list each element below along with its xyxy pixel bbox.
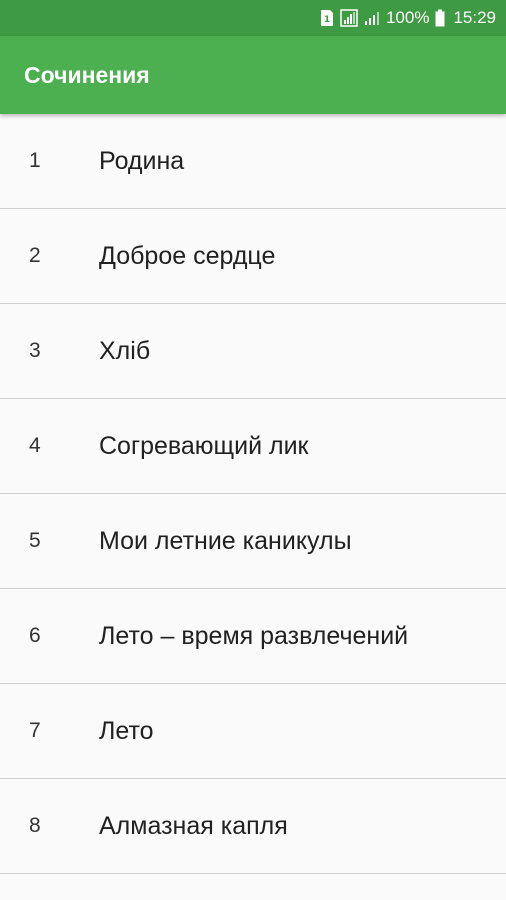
battery-percent: 100% <box>385 8 430 27</box>
item-title: Мои летние каникулы <box>99 526 352 555</box>
item-title: Лето <box>99 716 154 745</box>
clock: 15:29 <box>453 8 496 27</box>
item-number: 3 <box>29 339 41 362</box>
sim-card-icon: 1 <box>320 9 334 27</box>
signal-bars-boxed-icon <box>340 9 358 27</box>
item-number: 6 <box>29 624 41 647</box>
item-number: 1 <box>29 149 41 172</box>
list-item[interactable]: 8 Алмазная капля <box>0 779 506 874</box>
item-number: 7 <box>29 719 41 742</box>
list-item[interactable]: 3 Хліб <box>0 304 506 399</box>
svg-text:1: 1 <box>324 15 330 25</box>
item-title: Согревающий лик <box>99 431 309 460</box>
item-number: 4 <box>29 434 41 457</box>
item-title: Доброе сердце <box>99 241 276 270</box>
list-item[interactable]: 2 Доброе сердце <box>0 209 506 304</box>
item-title: Алмазная капля <box>99 811 288 840</box>
app-bar: Сочинения <box>0 36 506 114</box>
item-number: 5 <box>29 529 41 552</box>
list-item[interactable]: 1 Родина <box>0 114 506 209</box>
list-item[interactable]: 5 Мои летние каникулы <box>0 494 506 589</box>
battery-icon <box>435 9 445 27</box>
list-item[interactable]: 7 Лето <box>0 684 506 779</box>
signal-bars-icon <box>364 10 380 26</box>
list-item[interactable]: 4 Согревающий лик <box>0 399 506 494</box>
page-title: Сочинения <box>24 61 150 88</box>
item-number: 8 <box>29 814 41 837</box>
item-title: Хліб <box>99 336 151 365</box>
essay-list: 1 Родина 2 Доброе сердце 3 Хліб 4 Согрев… <box>0 114 506 874</box>
item-number: 2 <box>29 244 41 267</box>
list-item[interactable]: 6 Лето – время развлечений <box>0 589 506 684</box>
item-title: Родина <box>99 146 185 175</box>
item-title: Лето – время развлечений <box>99 621 409 650</box>
status-bar: 1 100% 15:29 <box>0 0 506 36</box>
